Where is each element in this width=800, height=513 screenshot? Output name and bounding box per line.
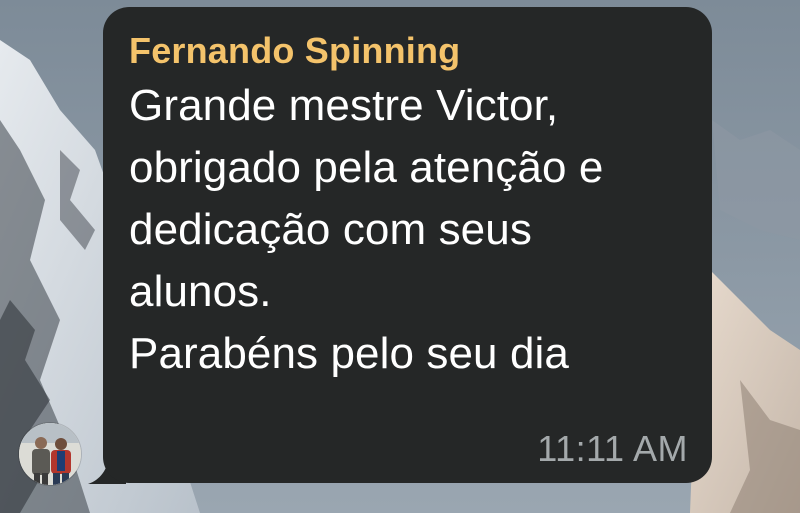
message-timestamp: 11:11 AM: [537, 428, 688, 469]
message-line: obrigado pela atenção e: [129, 143, 604, 192]
message-text: Grande mestre Victor, obrigado pela aten…: [129, 75, 688, 385]
message-line: Grande mestre Victor,: [129, 81, 559, 130]
message-line: dedicação com seus: [129, 205, 532, 254]
message-bubble[interactable]: Fernando Spinning Grande mestre Victor, …: [103, 7, 712, 483]
sender-avatar[interactable]: [19, 423, 81, 485]
message-line: Parabéns pelo seu dia: [129, 329, 569, 378]
message-line: alunos.: [129, 267, 272, 316]
contact-avatar-photo-icon: [19, 423, 81, 485]
sender-name[interactable]: Fernando Spinning: [129, 29, 688, 73]
